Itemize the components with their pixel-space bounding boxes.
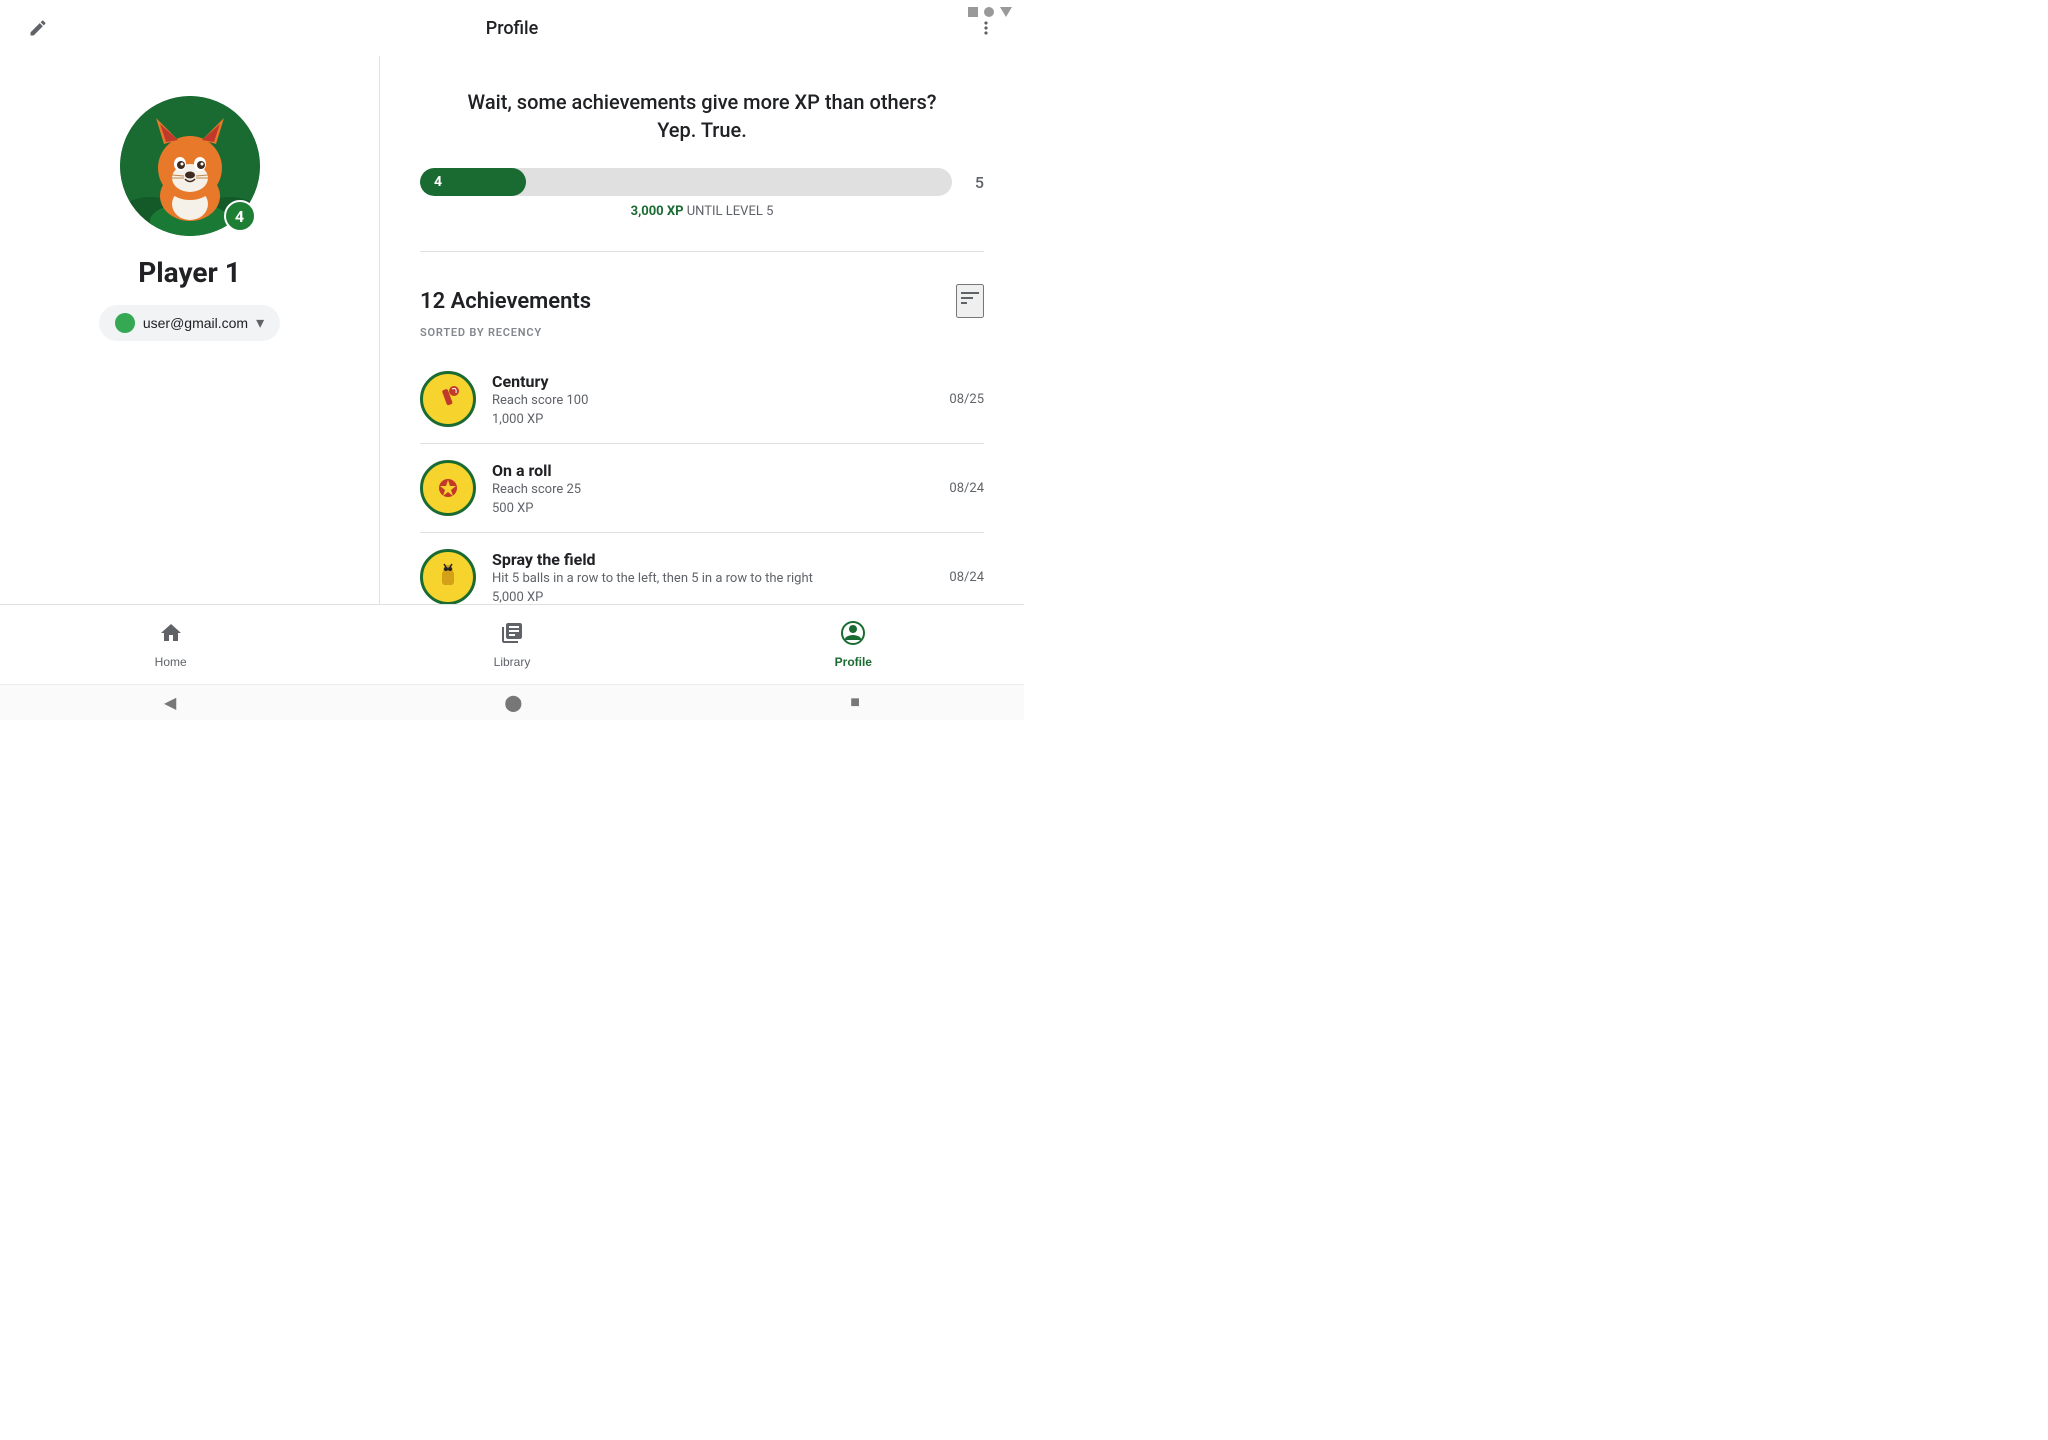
achievement-desc-on-a-roll: Reach score 25 [492, 482, 920, 497]
profile-nav-label: Profile [835, 655, 872, 669]
achievement-info-century: Century Reach score 100 1,000 XP [492, 372, 920, 427]
account-email: user@gmail.com [143, 315, 248, 331]
avatar-container: 4 [120, 96, 260, 236]
main-content: 4 Player 1 user@gmail.com ▾ Wait, some a… [0, 56, 1024, 620]
achievement-info-on-a-roll: On a roll Reach score 25 500 XP [492, 461, 920, 516]
achievement-item-century: Century Reach score 100 1,000 XP 08/25 [420, 355, 984, 444]
nav-library[interactable]: Library [341, 613, 682, 677]
sort-button[interactable] [956, 284, 984, 318]
app-bar: Profile [0, 0, 1024, 56]
achievement-item-on-a-roll: On a roll Reach score 25 500 XP 08/24 [420, 444, 984, 533]
account-dot-icon [115, 313, 135, 333]
home-nav-label: Home [155, 655, 187, 669]
achievement-name-on-a-roll: On a roll [492, 461, 920, 480]
on-a-roll-achievement-icon [420, 460, 476, 516]
achievement-xp-on-a-roll: 500 XP [492, 501, 920, 516]
progress-bar: 4 [420, 168, 952, 196]
back-button[interactable]: ◀ [144, 689, 196, 717]
status-square-icon [968, 7, 978, 17]
xp-until-text: 3,000 XP UNTIL LEVEL 5 [420, 204, 984, 219]
achievement-date-century: 08/25 [936, 392, 984, 407]
recents-button[interactable]: ■ [830, 690, 880, 716]
progress-current-level: 4 [434, 174, 442, 190]
page-title: Profile [486, 18, 539, 39]
progress-container: 4 5 [420, 168, 984, 196]
achievement-xp-spray: 5,000 XP [492, 590, 920, 605]
status-circle-icon [984, 7, 994, 17]
achievement-desc-spray: Hit 5 balls in a row to the left, then 5… [492, 571, 920, 586]
achievement-name-century: Century [492, 372, 920, 391]
progress-next-level: 5 [964, 173, 984, 192]
account-selector-button[interactable]: user@gmail.com ▾ [99, 305, 280, 341]
edit-button[interactable] [20, 10, 56, 46]
home-system-button[interactable]: ⬤ [484, 689, 542, 717]
right-panel[interactable]: Wait, some achievements give more XP tha… [380, 56, 1024, 620]
system-nav-bar: ◀ ⬤ ■ [0, 684, 1024, 720]
achievement-info-spray: Spray the field Hit 5 balls in a row to … [492, 550, 920, 605]
player-name: Player 1 [138, 256, 241, 289]
progress-bar-fill: 4 [420, 168, 526, 196]
achievement-date-on-a-roll: 08/24 [936, 481, 984, 496]
profile-icon [841, 621, 865, 651]
sort-label: SORTED BY RECENCY [420, 326, 984, 339]
achievement-name-spray: Spray the field [492, 550, 920, 569]
achievement-xp-century: 1,000 XP [492, 412, 920, 427]
xp-section: Wait, some achievements give more XP tha… [420, 88, 984, 252]
chevron-down-icon: ▾ [256, 313, 264, 333]
xp-headline: Wait, some achievements give more XP tha… [420, 88, 984, 144]
nav-profile[interactable]: Profile [683, 613, 1024, 677]
spray-achievement-icon [420, 549, 476, 605]
century-achievement-icon [420, 371, 476, 427]
nav-home[interactable]: Home [0, 613, 341, 677]
achievement-desc-century: Reach score 100 [492, 393, 920, 408]
level-badge: 4 [224, 200, 256, 232]
home-icon [159, 621, 183, 651]
status-triangle-icon [1000, 7, 1012, 17]
library-nav-label: Library [494, 655, 531, 669]
bottom-nav: Home Library Profile [0, 604, 1024, 684]
achievements-title: 12 Achievements [420, 289, 591, 314]
achievement-date-spray: 08/24 [936, 570, 984, 585]
achievements-section: 12 Achievements SORTED BY RECENCY [420, 284, 984, 620]
left-panel: 4 Player 1 user@gmail.com ▾ [0, 56, 380, 620]
status-bar [968, 0, 1024, 24]
library-icon [500, 621, 524, 651]
achievements-header: 12 Achievements [420, 284, 984, 318]
